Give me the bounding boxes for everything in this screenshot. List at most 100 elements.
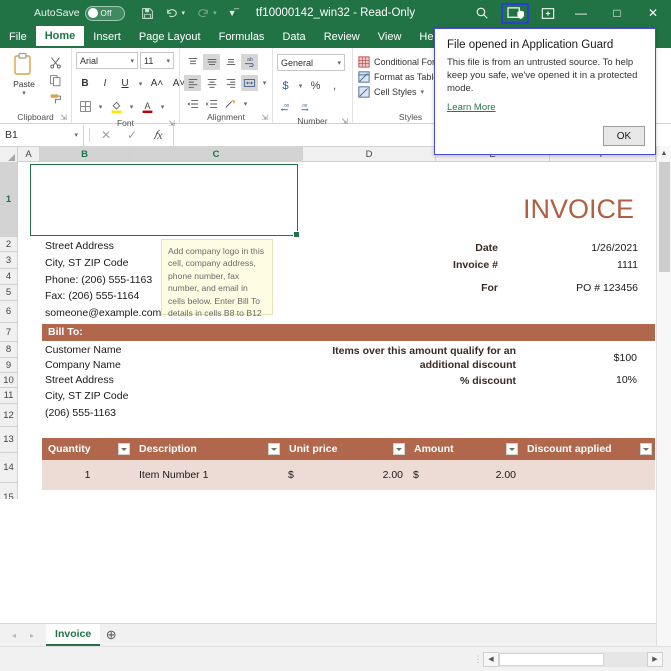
align-left-icon[interactable]	[184, 75, 201, 91]
scissors-icon[interactable]	[47, 54, 63, 70]
scroll-up-icon[interactable]: ▲	[657, 146, 671, 161]
column-header-a[interactable]: A	[18, 147, 40, 161]
scroll-right-icon[interactable]: ▶	[647, 652, 663, 667]
row-header-7[interactable]: 7	[0, 323, 17, 342]
selected-cell-b1[interactable]	[30, 164, 298, 236]
borders-dropdown-icon[interactable]: ▾	[96, 98, 105, 115]
scrollbar-grip[interactable]: ⋮	[473, 654, 483, 665]
row-header-1[interactable]: 1	[0, 162, 17, 237]
worksheet-surface[interactable]: Street Address City, ST ZIP Code Phone: …	[18, 162, 671, 499]
customize-quick-access-icon[interactable]: ▼̅	[228, 8, 237, 18]
underline-dropdown-icon[interactable]: ▾	[136, 75, 145, 92]
row-header-10[interactable]: 10	[0, 373, 17, 388]
fill-color-icon[interactable]	[107, 98, 125, 115]
filter-icon-quantity[interactable]	[118, 443, 130, 455]
column-header-d[interactable]: D	[303, 147, 436, 161]
vertical-scroll-thumb[interactable]	[659, 162, 670, 272]
font-color-icon[interactable]: A	[138, 98, 156, 115]
autosave-control[interactable]: AutoSave Off	[34, 6, 125, 21]
table-row[interactable]: 1 Item Number 1 $ 2.00 $ 2.00	[42, 460, 655, 490]
format-painter-icon[interactable]	[47, 90, 63, 106]
row-header-8[interactable]: 8	[0, 342, 17, 358]
grow-font-button[interactable]: A˄	[147, 75, 167, 92]
paste-button[interactable]: Paste ▾	[4, 52, 44, 97]
row-header-12[interactable]: 12	[0, 404, 17, 427]
font-size-combo[interactable]: 11 ▾	[140, 52, 174, 69]
italic-button[interactable]: I	[96, 75, 114, 92]
row-header-9[interactable]: 9	[0, 358, 17, 373]
cancel-icon[interactable]: ✕	[93, 128, 119, 142]
close-button[interactable]: ✕	[635, 0, 671, 26]
decrease-decimal-icon[interactable]: .00	[277, 100, 294, 116]
fill-color-dropdown-icon[interactable]: ▾	[127, 98, 136, 115]
table-header-description[interactable]: Description	[133, 438, 283, 460]
align-middle-icon[interactable]	[203, 54, 220, 70]
row-header-5[interactable]: 5	[0, 285, 17, 301]
sheet-prev-icon[interactable]: ◂	[12, 631, 16, 640]
name-box[interactable]: B1 ▾	[0, 125, 84, 146]
filter-icon-unit-price[interactable]	[393, 443, 405, 455]
font-dialog-launcher[interactable]: ⇲	[168, 119, 175, 128]
filter-icon-discount[interactable]	[640, 443, 652, 455]
alignment-dialog-launcher[interactable]: ⇲	[261, 113, 268, 122]
ribbon-tab-view[interactable]: View	[369, 26, 411, 48]
ribbon-tab-page-layout[interactable]: Page Layout	[130, 26, 210, 48]
undo-dropdown-icon[interactable]: ▾	[182, 9, 186, 17]
row-header-4[interactable]: 4	[0, 269, 17, 285]
currency-icon[interactable]: $	[277, 78, 294, 94]
ribbon-tab-insert[interactable]: Insert	[84, 26, 130, 48]
ribbon-tab-review[interactable]: Review	[315, 26, 369, 48]
row-header-3[interactable]: 3	[0, 252, 17, 269]
horizontal-scroll-track[interactable]	[499, 652, 647, 667]
align-right-icon[interactable]	[222, 75, 239, 91]
ribbon-display-options-icon[interactable]	[533, 0, 563, 26]
add-sheet-icon[interactable]: ⊕	[100, 627, 122, 643]
cell-styles-dropdown-icon[interactable]: ▾	[421, 88, 425, 96]
orientation-dropdown-icon[interactable]: ▾	[241, 96, 250, 112]
increase-decimal-icon[interactable]: .00	[296, 100, 313, 116]
table-row[interactable]: 1 Item Number 2 $ 2.00 $ 2.00	[42, 490, 655, 499]
guard-dialog-ok-button[interactable]: OK	[603, 126, 645, 146]
ribbon-tab-home[interactable]: Home	[36, 26, 85, 48]
row-header-6[interactable]: 6	[0, 301, 17, 323]
confirm-check-icon[interactable]: ✓	[119, 128, 145, 142]
underline-button[interactable]: U	[116, 75, 134, 92]
orientation-icon[interactable]	[222, 96, 239, 112]
learn-more-link[interactable]: Learn More	[435, 95, 508, 113]
maximize-button[interactable]: □	[599, 0, 635, 26]
table-header-amount[interactable]: Amount	[408, 438, 521, 460]
minimize-button[interactable]: —	[563, 0, 599, 26]
copy-icon[interactable]	[47, 72, 63, 88]
autosave-toggle[interactable]: Off	[85, 6, 125, 21]
align-center-icon[interactable]	[203, 75, 220, 91]
wrap-text-icon[interactable]: ab	[241, 54, 258, 70]
increase-indent-icon[interactable]	[203, 96, 220, 112]
vertical-scrollbar[interactable]: ▲	[656, 146, 671, 646]
table-header-unit-price[interactable]: Unit price	[283, 438, 408, 460]
table-header-discount[interactable]: Discount applied	[521, 438, 655, 460]
merge-dropdown-icon[interactable]: ▾	[260, 75, 269, 91]
ribbon-tab-formulas[interactable]: Formulas	[210, 26, 274, 48]
borders-icon[interactable]	[76, 98, 94, 115]
column-header-b[interactable]: B	[40, 147, 130, 161]
row-header-14[interactable]: 14	[0, 453, 17, 483]
save-icon[interactable]	[141, 7, 154, 20]
filter-icon-amount[interactable]	[506, 443, 518, 455]
application-guard-shield-icon[interactable]	[501, 3, 529, 24]
column-header-c[interactable]: C	[130, 147, 303, 161]
merge-and-center-icon[interactable]	[241, 75, 258, 91]
undo-icon[interactable]	[165, 7, 179, 19]
search-icon[interactable]	[467, 0, 497, 26]
align-bottom-icon[interactable]	[222, 54, 239, 70]
sheet-tab-invoice[interactable]: Invoice	[46, 624, 100, 646]
currency-dropdown-icon[interactable]: ▾	[296, 78, 305, 94]
scroll-left-icon[interactable]: ◀	[483, 652, 499, 667]
table-header-quantity[interactable]: Quantity	[42, 438, 133, 460]
font-name-combo[interactable]: Arial ▾	[76, 52, 138, 69]
percent-style-icon[interactable]: %	[307, 78, 324, 94]
font-color-dropdown-icon[interactable]: ▾	[158, 98, 167, 115]
comma-style-icon[interactable]: ,	[326, 78, 343, 94]
row-header-11[interactable]: 11	[0, 388, 17, 404]
horizontal-scroll-thumb[interactable]	[499, 653, 604, 666]
sheet-next-icon[interactable]: ▸	[30, 631, 34, 640]
